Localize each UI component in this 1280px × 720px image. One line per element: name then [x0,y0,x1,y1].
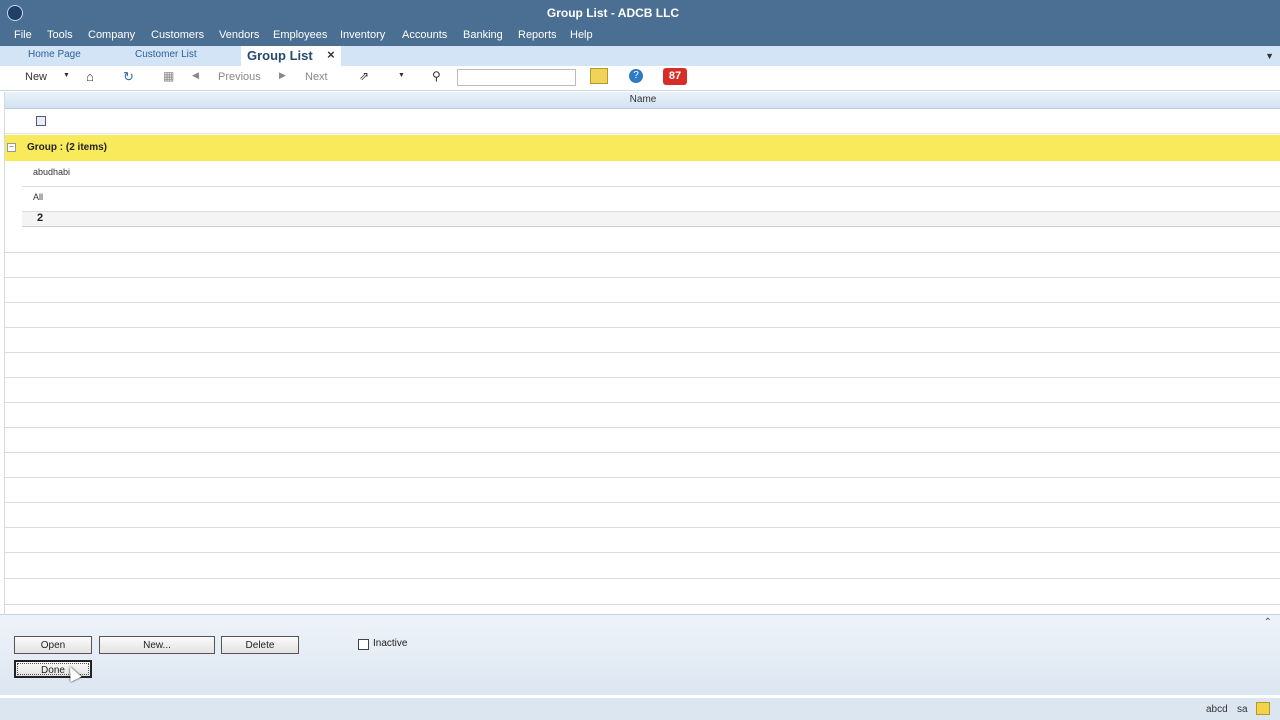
filter-row [5,109,1280,134]
grid-line [5,527,1280,528]
table-row[interactable]: abudhabi [22,162,1280,187]
status-bar: abcd sa [0,698,1280,720]
menu-employees[interactable]: Employees [273,29,327,41]
new-button[interactable]: New [25,71,47,83]
menu-vendors[interactable]: Vendors [219,29,259,41]
delete-button[interactable]: Delete [221,636,299,654]
tab-dropdown-icon[interactable]: ▼ [1265,51,1274,61]
menu-tools[interactable]: Tools [47,29,73,41]
group-row-label: Group : (2 items) [27,142,108,153]
grid-line [5,502,1280,503]
document-tab-bar: Home Page Customer List Group List × ▼ [0,46,1280,66]
search-input[interactable] [457,69,576,86]
menu-bar: File Tools Company Customers Vendors Emp… [0,26,1280,46]
notes-icon[interactable] [590,68,608,84]
menu-file[interactable]: File [14,29,32,41]
sticky-note-icon[interactable] [1256,702,1270,715]
column-header-name[interactable]: Name [5,92,1280,109]
group-grid: Name − Group : (2 items) abudhabi All 2 [4,92,1280,614]
tab-home-page[interactable]: Home Page [28,49,81,60]
home-icon[interactable]: ⌂ [86,69,94,84]
window-title: Group List - ADCB LLC [546,6,680,20]
group-summary-count: 2 [37,212,44,224]
grid-line [5,402,1280,403]
inactive-checkbox[interactable] [358,639,369,650]
new-dropdown-icon[interactable]: ▼ [63,72,70,79]
grid-line [5,452,1280,453]
tab-group-list[interactable]: Group List × [241,46,341,66]
grid-line [5,352,1280,353]
menu-help[interactable]: Help [570,29,593,41]
grid-line [5,252,1280,253]
help-icon[interactable]: ? [629,69,643,83]
previous-arrow-icon[interactable]: ◀ [192,70,199,81]
menu-banking[interactable]: Banking [463,29,503,41]
grid-line [5,604,1280,605]
notification-badge[interactable]: 87 [663,68,687,85]
menu-reports[interactable]: Reports [518,29,557,41]
collapse-group-icon[interactable]: − [7,143,16,152]
grid-line [5,327,1280,328]
tab-group-list-label: Group List [247,48,313,63]
new-item-button[interactable]: New... [99,636,215,654]
toolbar: New ▼ ⌂ ↻ ▦ ◀ Previous ▶ Next ⇗ ▼ ⚲ ? 87 [0,66,1280,91]
export-icon[interactable]: ⇗ [359,69,369,83]
grid-line [5,552,1280,553]
grid-line [5,377,1280,378]
grid-view-icon[interactable]: ▦ [163,69,174,83]
grid-line [5,302,1280,303]
status-user-abcd: abcd [1206,704,1228,715]
export-dropdown-icon[interactable]: ▼ [398,72,405,79]
open-button[interactable]: Open [14,636,92,654]
collapse-panel-icon[interactable]: ⌃ [1264,617,1272,628]
inactive-label: Inactive [373,638,408,649]
grid-line [5,427,1280,428]
row-name-cell: All [33,192,44,202]
grid-line [5,277,1280,278]
find-binoculars-icon[interactable]: ⚲ [432,69,441,83]
action-panel: ⌃ Open New... Delete Inactive Done [0,614,1280,695]
menu-customers[interactable]: Customers [151,29,204,41]
tab-customer-list[interactable]: Customer List [135,49,197,60]
previous-button[interactable]: Previous [218,71,261,83]
menu-company[interactable]: Company [88,29,135,41]
group-summary-row: 2 [22,212,1280,227]
status-user-sa: sa [1237,704,1248,715]
menu-accounts[interactable]: Accounts [402,29,447,41]
grid-line [5,578,1280,579]
row-name-cell: abudhabi [33,167,71,177]
next-button[interactable]: Next [305,71,328,83]
group-row[interactable]: − Group : (2 items) [5,135,1280,161]
table-row[interactable]: All [22,187,1280,212]
close-tab-icon[interactable]: × [327,46,335,64]
filter-row-icon[interactable] [36,116,46,126]
next-arrow-icon[interactable]: ▶ [279,70,286,81]
refresh-icon[interactable]: ↻ [123,69,134,85]
menu-inventory[interactable]: Inventory [340,29,385,41]
title-bar: Group List - ADCB LLC [0,0,1280,26]
grid-line [5,477,1280,478]
